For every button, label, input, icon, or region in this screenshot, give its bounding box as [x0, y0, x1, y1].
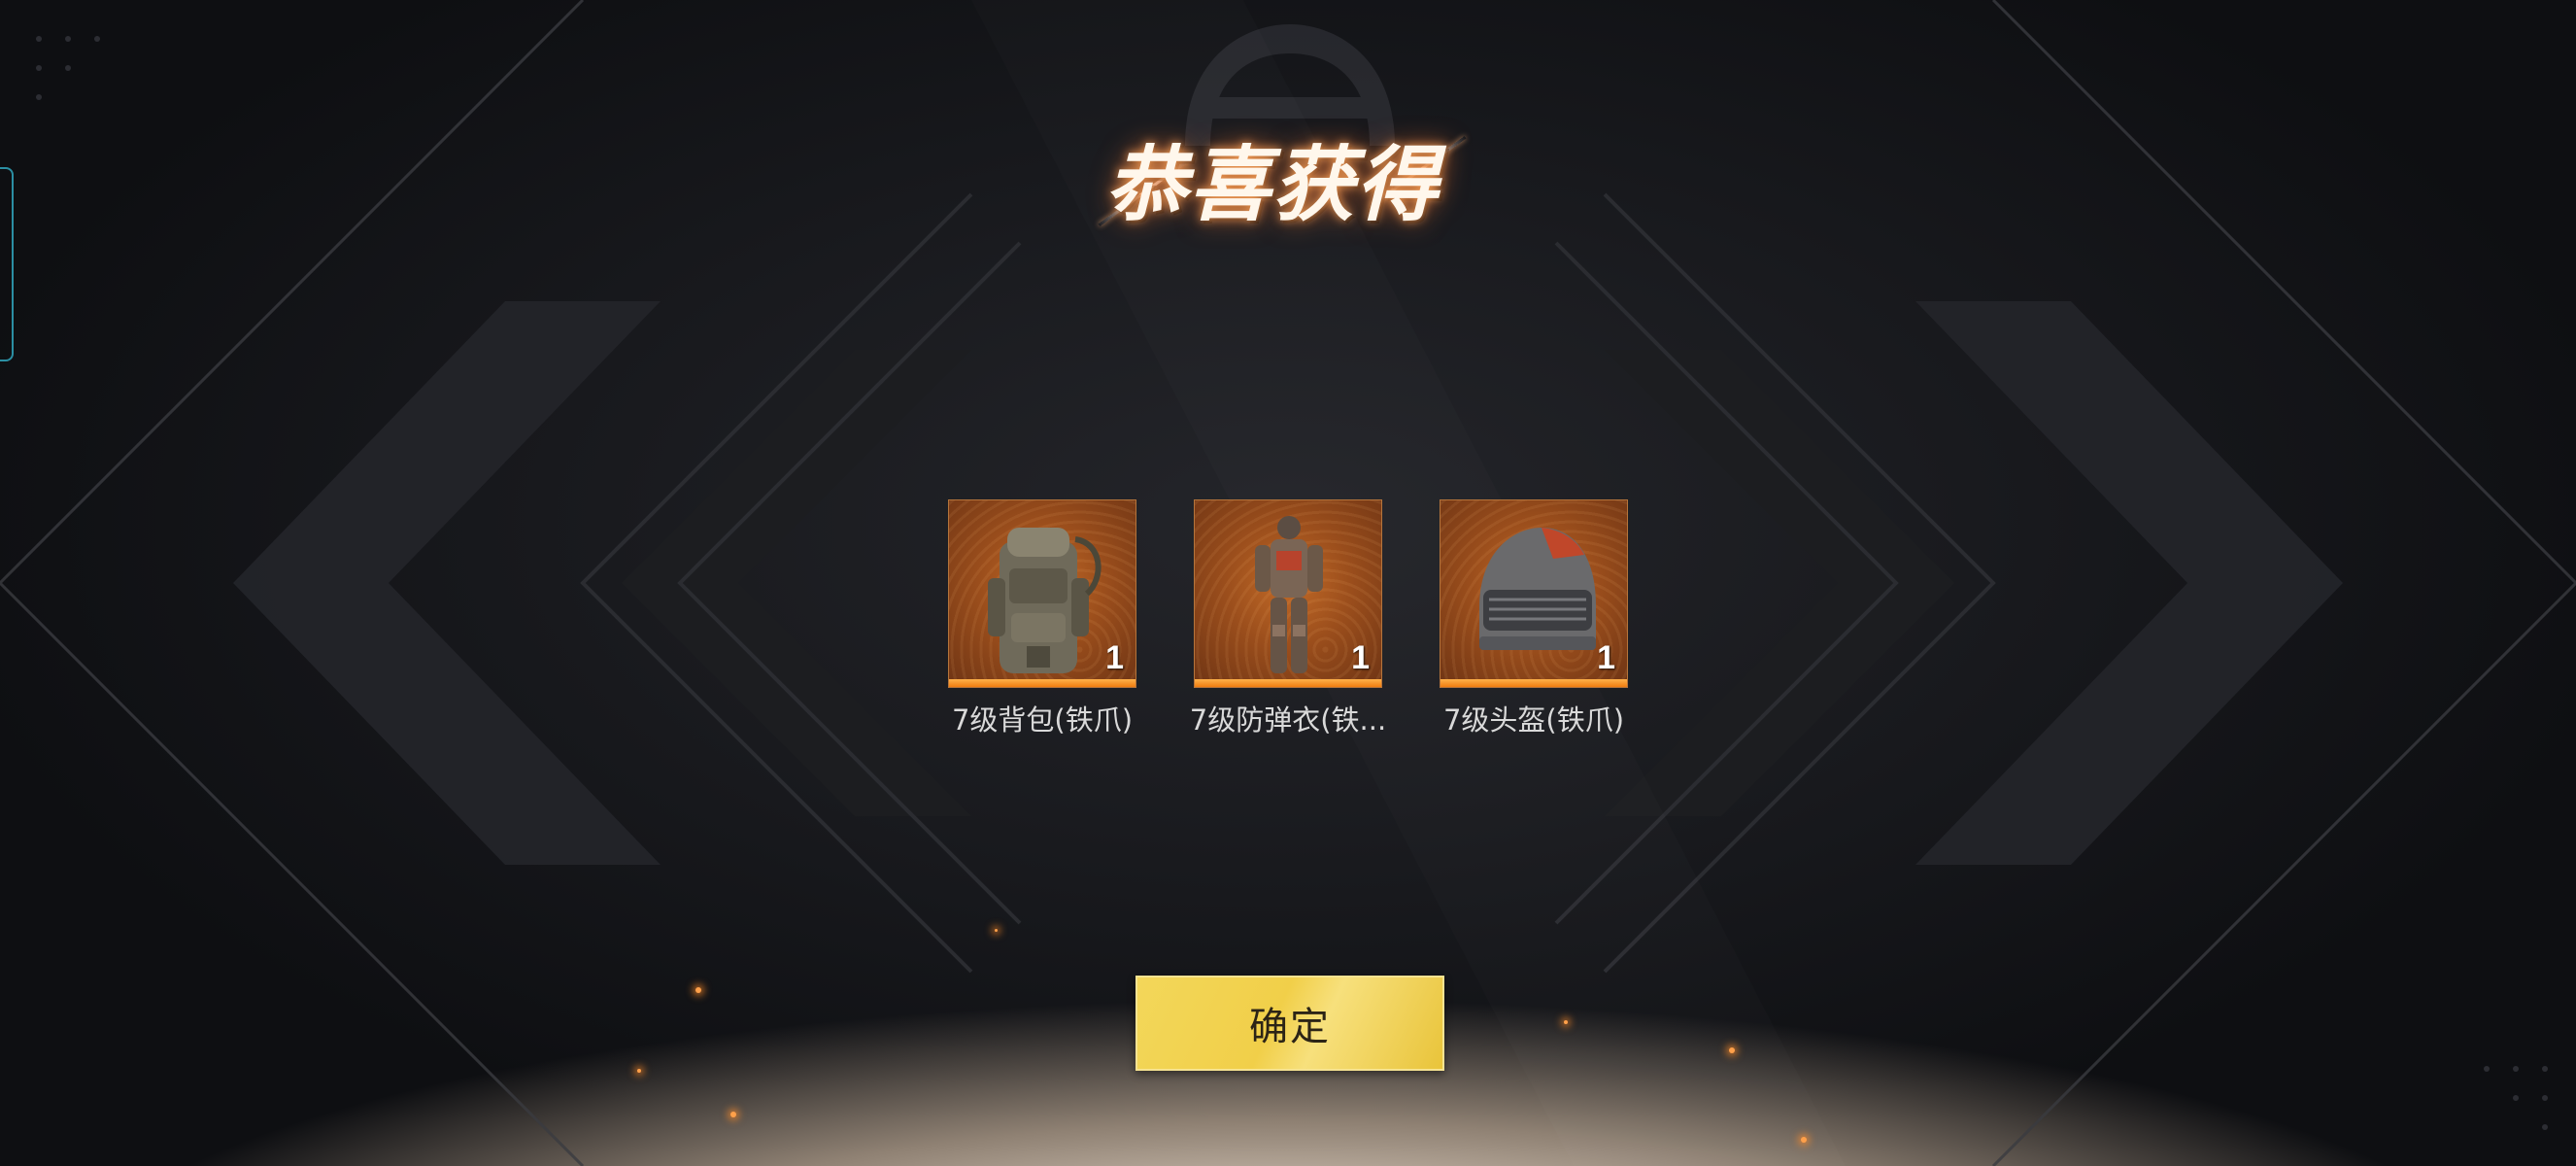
reward-rarity-bar [1195, 679, 1381, 687]
reward-rarity-bar [1441, 679, 1627, 687]
confirm-button-label: 确定 [1249, 1005, 1331, 1049]
reward-count: 1 [1351, 639, 1370, 676]
reward-count: 1 [1105, 639, 1124, 676]
reward-rarity-bar [949, 679, 1135, 687]
reward-tile[interactable]: 1 [1440, 499, 1628, 688]
ember-particle [1801, 1137, 1807, 1143]
reward-name: 7级背包(铁爪) [951, 703, 1134, 737]
side-tab-edge[interactable] [0, 167, 14, 361]
confirm-button[interactable]: 确定 [1135, 976, 1444, 1071]
ember-particle [637, 1069, 641, 1073]
ember-particle [1564, 1020, 1568, 1024]
title-area: 恭喜获得 [1068, 121, 1476, 248]
ember-particle [995, 929, 998, 932]
reward-tile[interactable]: 1 [1194, 499, 1382, 688]
reward-tile[interactable]: 1 [948, 499, 1136, 688]
reward-popup-screen: 恭喜获得 1 7级背包(铁爪) 1 7级防弹衣(铁... 1 7级头盔(铁爪) … [0, 0, 2576, 1166]
ember-particle [695, 987, 701, 993]
ember-particle [730, 1112, 736, 1117]
reward-name: 7级头盔(铁爪) [1442, 703, 1625, 737]
reward-name: 7级防弹衣(铁... [1189, 703, 1387, 737]
dialog-title: 恭喜获得 [1104, 137, 1440, 232]
reward-list: 1 7级背包(铁爪) 1 7级防弹衣(铁... 1 7级头盔(铁爪) [932, 499, 1644, 742]
ember-particle [1729, 1047, 1735, 1053]
reward-count: 1 [1597, 639, 1615, 676]
